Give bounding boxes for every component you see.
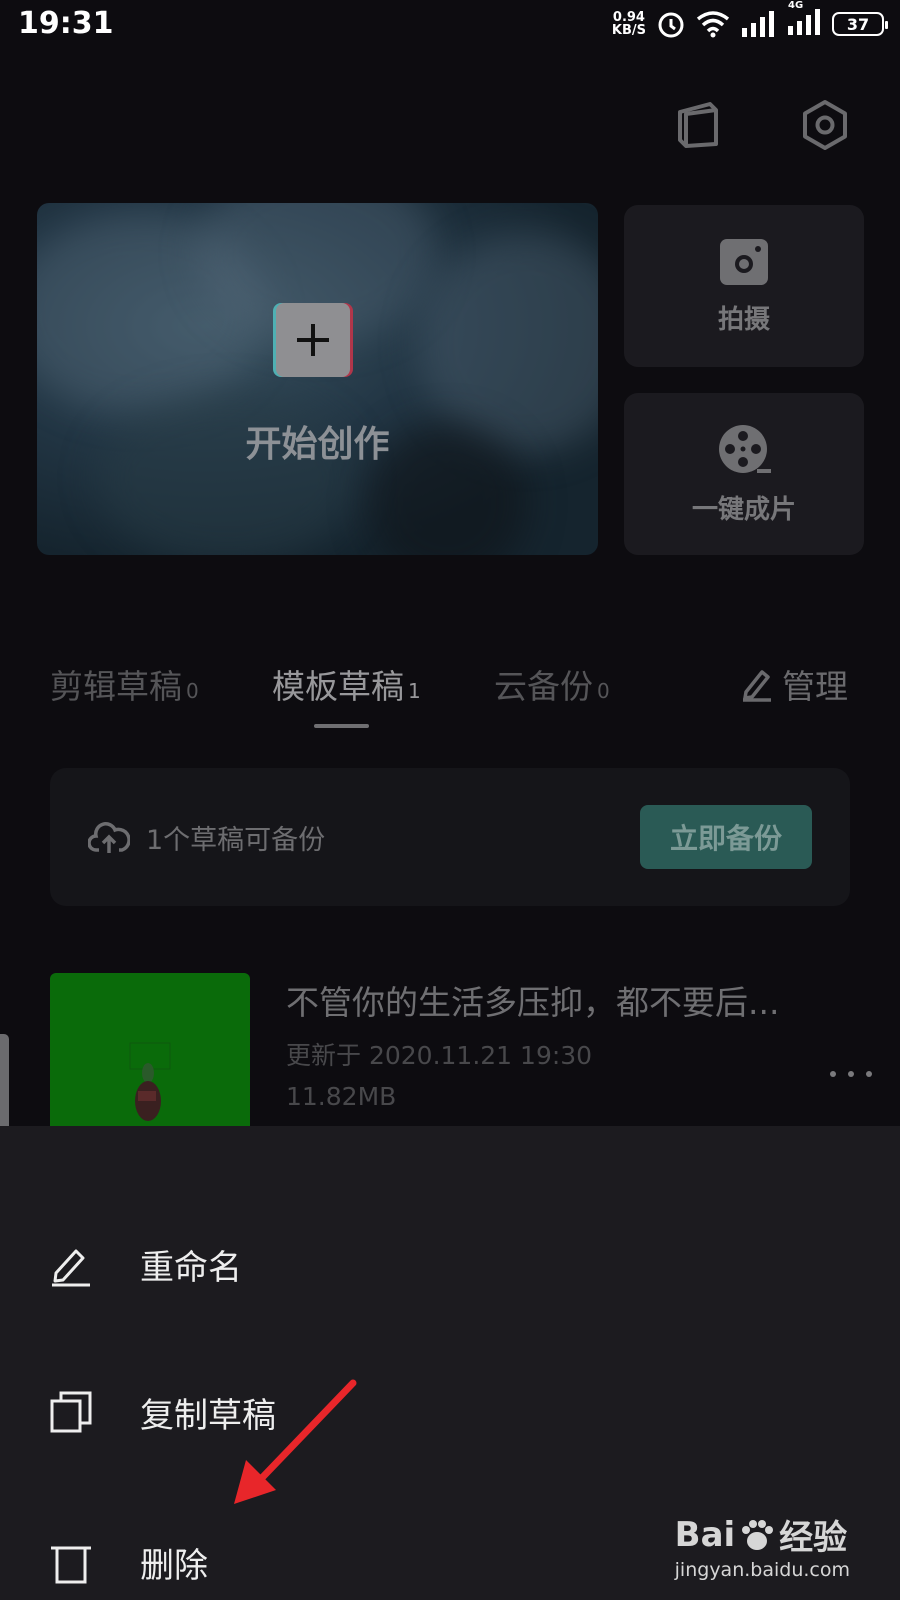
status-icons: 0.94 KB/S 4G 37 xyxy=(612,0,888,40)
watermark-brand: Bai 经验 xyxy=(675,1510,850,1559)
active-tab-indicator xyxy=(314,724,369,728)
shoot-label: 拍摄 xyxy=(717,304,770,335)
tab-count: 0 xyxy=(597,679,610,703)
tab-label: 剪辑草稿 xyxy=(50,667,182,706)
wifi-icon xyxy=(696,11,730,38)
net-speed: 0.94 KB/S xyxy=(612,11,646,37)
trash-icon xyxy=(51,1546,91,1584)
signal-4g: 4G xyxy=(786,0,822,40)
film-reel-icon xyxy=(719,424,771,473)
delete-label: 删除 xyxy=(140,1545,208,1586)
paw-icon xyxy=(742,1519,774,1550)
watermark-url: jingyan.baidu.com xyxy=(674,1559,850,1581)
settings-hex-icon[interactable] xyxy=(798,98,852,152)
tab-edit-drafts[interactable]: 剪辑草稿 0 xyxy=(50,660,199,708)
backup-text: 1个草稿可备份 xyxy=(146,824,326,856)
draft-updated-time: 更新于 2020.11.21 19:30 xyxy=(286,1041,593,1070)
plus-icon xyxy=(297,324,329,356)
draft-title[interactable]: 不管你的生活多压抑，都不要后... xyxy=(286,976,826,1024)
one-click-card[interactable]: 一键成片 xyxy=(624,393,864,555)
draft-thumbnail[interactable] xyxy=(50,973,250,1128)
tab-count: 1 xyxy=(408,679,421,703)
status-time: 19:31 xyxy=(18,6,114,41)
copy-draft-option[interactable]: 复制草稿 xyxy=(0,1362,900,1462)
start-create-label: 开始创作 xyxy=(245,424,390,465)
backup-banner: 1个草稿可备份 立即备份 xyxy=(50,768,850,906)
cloud-upload-icon xyxy=(88,822,130,853)
add-project-button[interactable] xyxy=(276,303,350,377)
copy-icon xyxy=(50,1391,92,1433)
draft-size: 11.82MB xyxy=(286,1082,397,1111)
baidu-watermark: Bai 经验 jingyan.baidu.com xyxy=(674,1510,850,1582)
more-options-icon[interactable] xyxy=(828,1056,874,1086)
network-type-label: 4G xyxy=(788,0,804,11)
tab-count: 0 xyxy=(186,679,199,703)
battery-indicator: 37 xyxy=(832,12,888,36)
tab-label: 云备份 xyxy=(494,667,593,706)
manage-label: 管理 xyxy=(782,667,848,706)
shoot-card[interactable]: 拍摄 xyxy=(624,205,864,367)
copy-draft-label: 复制草稿 xyxy=(140,1395,276,1436)
rename-label: 重命名 xyxy=(140,1247,242,1288)
net-speed-unit: KB/S xyxy=(611,23,646,38)
book-icon[interactable] xyxy=(672,98,726,152)
alarm-icon xyxy=(658,12,684,38)
tab-label: 模板草稿 xyxy=(272,667,404,706)
watermark-brand-left: Bai xyxy=(674,1514,736,1555)
one-click-label: 一键成片 xyxy=(691,494,796,525)
thumbnail-figure xyxy=(129,1042,171,1121)
more-dots-icon xyxy=(830,1071,872,1077)
tab-cloud-backup[interactable]: 云备份 0 xyxy=(494,660,610,708)
signal-4g-icon xyxy=(788,9,820,35)
signal-icon xyxy=(742,11,774,37)
manage-button[interactable]: 管理 xyxy=(740,660,848,708)
pencil-icon xyxy=(52,1249,90,1287)
rename-option[interactable]: 重命名 xyxy=(0,1214,900,1314)
edit-icon xyxy=(743,670,771,702)
backup-now-button[interactable]: 立即备份 xyxy=(639,805,812,869)
start-create-card[interactable]: 开始创作 xyxy=(37,203,598,555)
watermark-brand-right: 经验 xyxy=(779,1518,848,1558)
camera-icon xyxy=(720,238,768,285)
tab-template-drafts[interactable]: 模板草稿 1 xyxy=(272,660,421,708)
